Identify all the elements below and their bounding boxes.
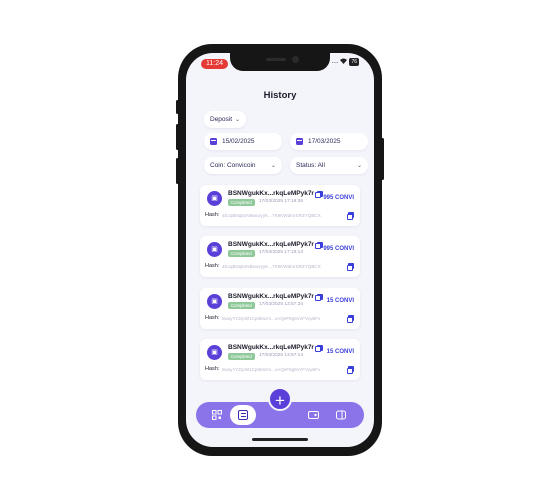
volume-up-button <box>176 124 179 150</box>
chevron-down-icon: ⌄ <box>234 117 240 123</box>
hash-value: 5wayYCEpW1Cp6k6zm...xAQeF8g5VcFVqvkFv <box>222 366 321 372</box>
copy-icon[interactable] <box>315 293 323 301</box>
tx-date: 17/03/2025 17:18:13 <box>259 250 304 255</box>
tx-address: BSNWgukKx...rkqLeMPyk7r <box>228 344 323 352</box>
tx-date: 17/03/2025 17:18:36 <box>259 199 304 204</box>
tx-date: 17/03/2025 13:57:14 <box>259 353 304 358</box>
type-dropdown-value: Deposit <box>210 116 233 123</box>
battery-icon: 76 <box>349 58 359 66</box>
tx-date: 17/03/2025 13:57:34 <box>259 302 304 307</box>
hash-label: Hash: <box>205 315 220 321</box>
copy-icon[interactable] <box>346 315 354 323</box>
mute-switch <box>176 100 179 114</box>
tx-amount: 15 CONVI <box>326 298 354 304</box>
calendar-icon <box>210 138 217 145</box>
status-badge: Completed <box>228 250 255 257</box>
tx-address: BSNWgukKx...rkqLeMPyk7r <box>228 241 323 249</box>
camera <box>292 56 299 63</box>
add-button[interactable]: + <box>268 387 292 411</box>
wallet-icon: ▣ <box>207 294 222 309</box>
tx-address-text: BSNWgukKx...rkqLeMPyk7r <box>228 190 314 197</box>
hash-value: 4EcqBNqbxNBwxzyyK...7K9KWdmrSRZYQBCX <box>222 263 321 269</box>
tx-amount: 995 CONVI <box>323 195 354 201</box>
copy-icon[interactable] <box>346 212 354 220</box>
transaction-card[interactable]: ▣ BSNWgukKx...rkqLeMPyk7r Completed 17/0… <box>200 236 360 277</box>
tx-address-text: BSNWgukKx...rkqLeMPyk7r <box>228 241 314 248</box>
hash-label: Hash: <box>205 366 220 372</box>
hash-value: 4EcqBNqbxNBwxzyyK...7K9KWdmrSRZYQBCX <box>222 212 321 218</box>
hash-label: Hash: <box>205 212 220 218</box>
status-badge: Completed <box>228 302 255 309</box>
end-date-field[interactable]: 17/03/2025 <box>290 133 368 150</box>
phone-frame: 11:24 .... 76 History Deposit ⌄ 15/02/20… <box>176 44 384 456</box>
wallet-icon: ▣ <box>207 345 222 360</box>
start-date-value: 15/02/2025 <box>222 138 255 145</box>
chevron-down-icon: ⌄ <box>270 163 276 169</box>
status-icons: .... 76 <box>332 58 359 66</box>
status-time: 11:24 <box>201 59 228 69</box>
speaker <box>266 58 286 61</box>
calendar-icon <box>296 138 303 145</box>
card-icon[interactable] <box>336 410 346 420</box>
wifi-icon <box>340 58 348 66</box>
end-date-value: 17/03/2025 <box>308 138 341 145</box>
tx-address-text: BSNWgukKx...rkqLeMPyk7r <box>228 293 314 300</box>
page-title: History <box>263 90 297 101</box>
hash-value: 5wayYCEpW1Cp6k6zm...xAQeF8g5VcFVqvkFv <box>222 315 321 321</box>
status-dropdown-value: Status: All <box>296 162 325 169</box>
coin-dropdown-value: Coin: Convicoin <box>210 162 256 169</box>
tx-address: BSNWgukKx...rkqLeMPyk7r <box>228 293 323 301</box>
tx-address: BSNWgukKx...rkqLeMPyk7r <box>228 190 323 198</box>
start-date-field[interactable]: 15/02/2025 <box>204 133 282 150</box>
status-dropdown[interactable]: Status: All ⌄ <box>290 157 368 174</box>
transaction-card[interactable]: ▣ BSNWgukKx...rkqLeMPyk7r Completed 17/0… <box>200 288 360 329</box>
copy-icon[interactable] <box>346 263 354 271</box>
qr-code-icon[interactable] <box>212 410 222 420</box>
transaction-card[interactable]: ▣ BSNWgukKx...rkqLeMPyk7r Completed 17/0… <box>200 339 360 380</box>
tx-amount: 995 CONVI <box>323 246 354 252</box>
tx-address-text: BSNWgukKx...rkqLeMPyk7r <box>228 344 314 351</box>
list-icon[interactable] <box>238 410 248 420</box>
notch <box>230 53 330 71</box>
app-screen: 11:24 .... 76 History Deposit ⌄ 15/02/20… <box>186 53 374 447</box>
transaction-card[interactable]: ▣ BSNWgukKx...rkqLeMPyk7r Completed 17/0… <box>200 185 360 226</box>
hash-label: Hash: <box>205 263 220 269</box>
copy-icon[interactable] <box>346 366 354 374</box>
status-badge: Completed <box>228 199 255 206</box>
home-indicator <box>252 438 308 441</box>
signal-dots: .... <box>331 59 339 65</box>
copy-icon[interactable] <box>315 241 323 249</box>
copy-icon[interactable] <box>315 344 323 352</box>
type-dropdown[interactable]: Deposit ⌄ <box>204 111 246 128</box>
wallet-icon[interactable] <box>308 410 319 420</box>
volume-down-button <box>176 158 179 184</box>
wallet-icon: ▣ <box>207 242 222 257</box>
power-button <box>381 138 384 180</box>
copy-icon[interactable] <box>315 190 323 198</box>
wallet-icon: ▣ <box>207 191 222 206</box>
coin-dropdown[interactable]: Coin: Convicoin ⌄ <box>204 157 282 174</box>
tx-amount: 15 CONVI <box>326 349 354 355</box>
status-badge: Completed <box>228 353 255 360</box>
chevron-down-icon: ⌄ <box>356 163 362 169</box>
